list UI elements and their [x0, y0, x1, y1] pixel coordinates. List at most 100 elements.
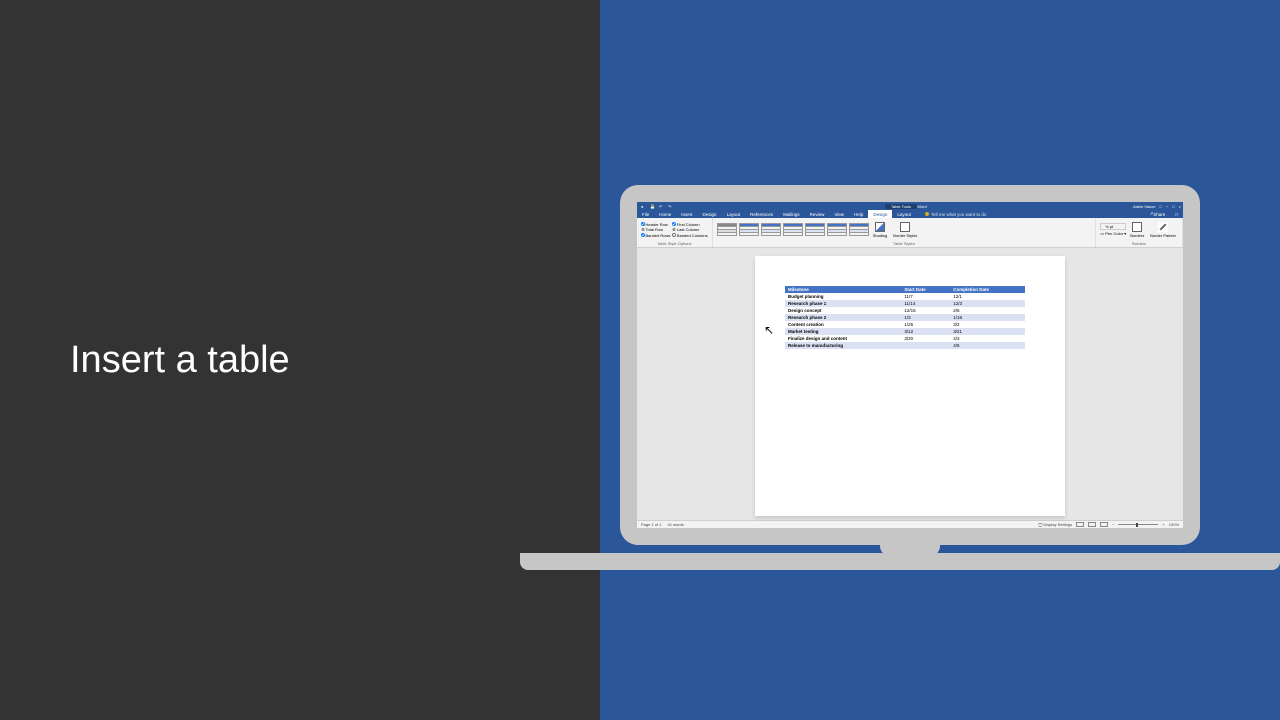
table-style-1[interactable] — [717, 223, 737, 236]
tab-help[interactable]: Help — [849, 210, 868, 218]
table-cell[interactable]: 1/18 — [950, 314, 1025, 321]
table-style-5[interactable] — [805, 223, 825, 236]
col-completion[interactable]: Completion Date — [950, 286, 1025, 293]
tab-table-design[interactable]: Design — [868, 210, 892, 218]
zoom-in-icon[interactable]: + — [1162, 522, 1164, 527]
redo-icon[interactable]: ↷ — [668, 204, 673, 209]
total-row-check[interactable]: Total Row — [641, 227, 670, 232]
table-style-2[interactable] — [739, 223, 759, 236]
tab-review[interactable]: Review — [805, 210, 830, 218]
table-row[interactable]: Design concept12/152/6 — [785, 307, 1025, 314]
table-cell[interactable]: Content creation — [785, 321, 901, 328]
page-title: Insert a table — [70, 339, 290, 382]
table-cell[interactable]: Release to manufacturing — [785, 342, 901, 349]
document-area[interactable]: ↖ Milestone Start Date Completion Date B… — [637, 248, 1183, 520]
laptop-scene: ● 💾 ↶ ↷ Document2 - Word Table Tools Ade… — [600, 0, 1280, 720]
maximize-icon[interactable]: □ — [1172, 204, 1174, 209]
title-panel: Insert a table — [0, 0, 600, 720]
table-cell[interactable]: 11/7 — [901, 293, 950, 300]
tab-view[interactable]: View — [829, 210, 849, 218]
zoom-out-icon[interactable]: − — [1112, 522, 1114, 527]
table-row[interactable]: Budget planning11/712/1 — [785, 293, 1025, 300]
tab-mailings[interactable]: Mailings — [778, 210, 805, 218]
tab-file[interactable]: File — [637, 210, 654, 218]
header-row-check[interactable]: Header Row — [641, 222, 670, 227]
tab-insert[interactable]: Insert — [676, 210, 697, 218]
comments-icon[interactable]: □ — [1170, 210, 1183, 218]
border-styles-button[interactable]: Border Styles — [891, 222, 919, 238]
tab-references[interactable]: References — [745, 210, 778, 218]
table-cell[interactable]: 3/21 — [950, 328, 1025, 335]
tab-design[interactable]: Design — [698, 210, 722, 218]
save-icon[interactable]: 💾 — [650, 204, 655, 209]
print-layout-icon[interactable] — [1088, 522, 1096, 527]
document-page[interactable]: Milestone Start Date Completion Date Bud… — [755, 256, 1065, 516]
web-layout-icon[interactable] — [1100, 522, 1108, 527]
table-cell[interactable]: 3/2 — [950, 321, 1025, 328]
page-count[interactable]: Page 1 of 1 — [641, 522, 661, 527]
borders-icon — [1132, 222, 1142, 232]
last-column-check[interactable]: Last Column — [672, 227, 707, 232]
banded-columns-check[interactable]: Banded Columns — [672, 233, 707, 238]
table-cell[interactable]: Finalize design and content — [785, 335, 901, 342]
table-cell[interactable]: Market testing — [785, 328, 901, 335]
close-icon[interactable]: × — [1179, 204, 1181, 209]
table-row[interactable]: Content creation1/253/2 — [785, 321, 1025, 328]
table-cell[interactable]: 12/1 — [950, 293, 1025, 300]
col-start[interactable]: Start Date — [901, 286, 950, 293]
table-styles-group: Shading Border Styles Table Styles — [713, 218, 1097, 247]
display-settings[interactable]: 🖵 Display Settings — [1038, 522, 1072, 527]
table-cell[interactable]: Research phase 2 — [785, 314, 901, 321]
table-style-4[interactable] — [783, 223, 803, 236]
table-cell[interactable] — [901, 342, 950, 349]
table-cell[interactable]: Design concept — [785, 307, 901, 314]
table-style-7[interactable] — [849, 223, 869, 236]
table-style-3[interactable] — [761, 223, 781, 236]
read-mode-icon[interactable] — [1076, 522, 1084, 527]
table-cell[interactable]: Research phase 1 — [785, 300, 901, 307]
borders-button[interactable]: Borders — [1128, 222, 1146, 238]
tab-layout[interactable]: Layout — [722, 210, 746, 218]
shading-button[interactable]: Shading — [871, 222, 890, 238]
pen-color-button[interactable]: ▭ Pen Color ▾ — [1100, 231, 1126, 236]
table-styles-gallery[interactable]: Shading Border Styles — [717, 219, 1092, 240]
share-button[interactable]: ↗ Share — [1144, 210, 1170, 218]
table-row[interactable]: Market testing3/123/21 — [785, 328, 1025, 335]
word-count[interactable]: 41 words — [667, 522, 683, 527]
col-milestone[interactable]: Milestone — [785, 286, 901, 293]
table-cell[interactable]: 12/3 — [950, 300, 1025, 307]
laptop-notch — [880, 540, 940, 556]
autosave-toggle[interactable]: ● — [641, 204, 646, 209]
banded-rows-check[interactable]: Banded Rows — [641, 233, 670, 238]
shading-icon — [875, 222, 885, 232]
tell-me-search[interactable]: Tell me what you want to do — [920, 210, 992, 218]
table-row[interactable]: Release to manufacturing 4/5 — [785, 342, 1025, 349]
table-cell[interactable]: 4/5 — [950, 342, 1025, 349]
ribbon-options-icon[interactable]: □ — [1159, 204, 1161, 209]
table-style-6[interactable] — [827, 223, 847, 236]
data-table[interactable]: Milestone Start Date Completion Date Bud… — [785, 286, 1025, 349]
table-row[interactable]: Research phase 21/31/18 — [785, 314, 1025, 321]
table-cell[interactable]: 12/15 — [901, 307, 950, 314]
tab-table-layout[interactable]: Layout — [892, 210, 916, 218]
table-cell[interactable]: 3/20 — [901, 335, 950, 342]
pen-weight-dropdown[interactable]: ½ pt — [1100, 223, 1126, 230]
table-cell[interactable]: 4/3 — [950, 335, 1025, 342]
border-painter-button[interactable]: Border Painter — [1148, 222, 1178, 238]
laptop-body: ● 💾 ↶ ↷ Document2 - Word Table Tools Ade… — [620, 185, 1200, 545]
tab-home[interactable]: Home — [654, 210, 676, 218]
first-column-check[interactable]: First Column — [672, 222, 707, 227]
table-cell[interactable]: 3/12 — [901, 328, 950, 335]
zoom-level[interactable]: 100% — [1169, 522, 1179, 527]
table-cell[interactable]: 1/25 — [901, 321, 950, 328]
table-row[interactable]: Research phase 111/1412/3 — [785, 300, 1025, 307]
zoom-slider[interactable] — [1118, 524, 1158, 525]
user-name[interactable]: Adele Vance — [1133, 204, 1155, 209]
minimize-icon[interactable]: − — [1166, 204, 1168, 209]
table-cell[interactable]: 1/3 — [901, 314, 950, 321]
table-row[interactable]: Finalize design and content3/204/3 — [785, 335, 1025, 342]
table-cell[interactable]: 11/14 — [901, 300, 950, 307]
table-cell[interactable]: 2/6 — [950, 307, 1025, 314]
table-cell[interactable]: Budget planning — [785, 293, 901, 300]
undo-icon[interactable]: ↶ — [659, 204, 664, 209]
